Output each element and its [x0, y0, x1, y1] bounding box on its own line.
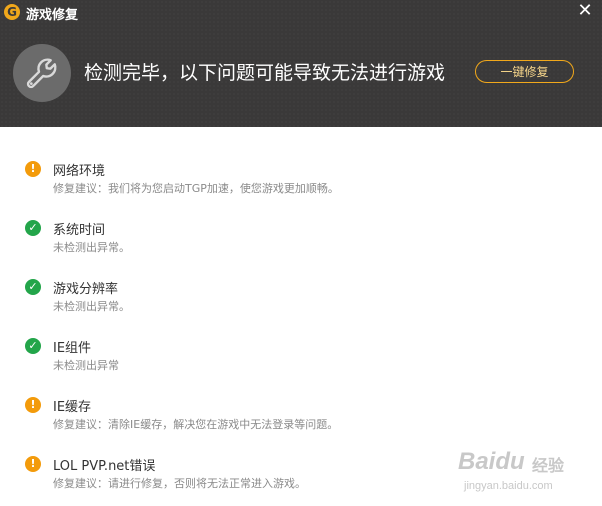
wrench-icon-svg: [26, 58, 57, 89]
check-item-title: 游戏分辨率: [53, 282, 119, 297]
check-item-title: LOL PVP.net错误: [53, 459, 156, 474]
check-ok-icon: ✓: [25, 220, 41, 236]
close-button[interactable]: ✕: [576, 2, 594, 20]
check-ok-icon: ✓: [25, 338, 41, 354]
header-banner: G 游戏修复 ✕ 检测完毕，以下问题可能导致无法进行游戏 一键修复: [0, 0, 602, 127]
check-item-desc: 修复建议：我们将为您启动TGP加速，使您游戏更加顺畅。: [53, 182, 339, 195]
check-item-desc: 修复建议：清除IE缓存，解决您在游戏中无法登录等问题。: [53, 418, 339, 431]
check-ok-icon: ✓: [25, 279, 41, 295]
check-item-ie-components: ✓ IE组件 未检测出异常: [0, 335, 602, 385]
scan-result-headline: 检测完毕，以下问题可能导致无法进行游戏: [84, 62, 446, 84]
warning-icon: !: [25, 397, 41, 413]
app-logo-icon: G: [4, 4, 20, 20]
wrench-icon: [13, 44, 71, 102]
check-item-title: 网络环境: [53, 164, 106, 179]
window-title: 游戏修复: [26, 8, 79, 23]
check-item-desc: 未检测出异常: [53, 359, 119, 372]
watermark-brand: Baidu: [458, 448, 525, 475]
title-bar: G 游戏修复 ✕: [0, 0, 602, 26]
check-item-desc: 未检测出异常。: [53, 241, 130, 254]
check-item-desc: 未检测出异常。: [53, 300, 130, 313]
check-item-network: ! 网络环境 修复建议：我们将为您启动TGP加速，使您游戏更加顺畅。: [0, 158, 602, 208]
check-item-resolution: ✓ 游戏分辨率 未检测出异常。: [0, 276, 602, 326]
check-item-title: 系统时间: [53, 223, 106, 238]
watermark-url: jingyan.baidu.com: [464, 480, 553, 492]
watermark-suffix: 经验: [532, 456, 565, 475]
check-item-ie-cache: ! IE缓存 修复建议：清除IE缓存，解决您在游戏中无法登录等问题。: [0, 394, 602, 444]
check-item-system-time: ✓ 系统时间 未检测出异常。: [0, 217, 602, 267]
check-item-title: IE组件: [53, 341, 92, 356]
check-item-title: IE缓存: [53, 400, 92, 415]
baidu-jingyan-watermark: Baidu 经验 jingyan.baidu.com: [458, 448, 598, 502]
one-click-fix-button[interactable]: 一键修复: [475, 60, 574, 83]
warning-icon: !: [25, 456, 41, 472]
check-item-desc: 修复建议：请进行修复，否则将无法正常进入游戏。: [53, 477, 306, 490]
warning-icon: !: [25, 161, 41, 177]
